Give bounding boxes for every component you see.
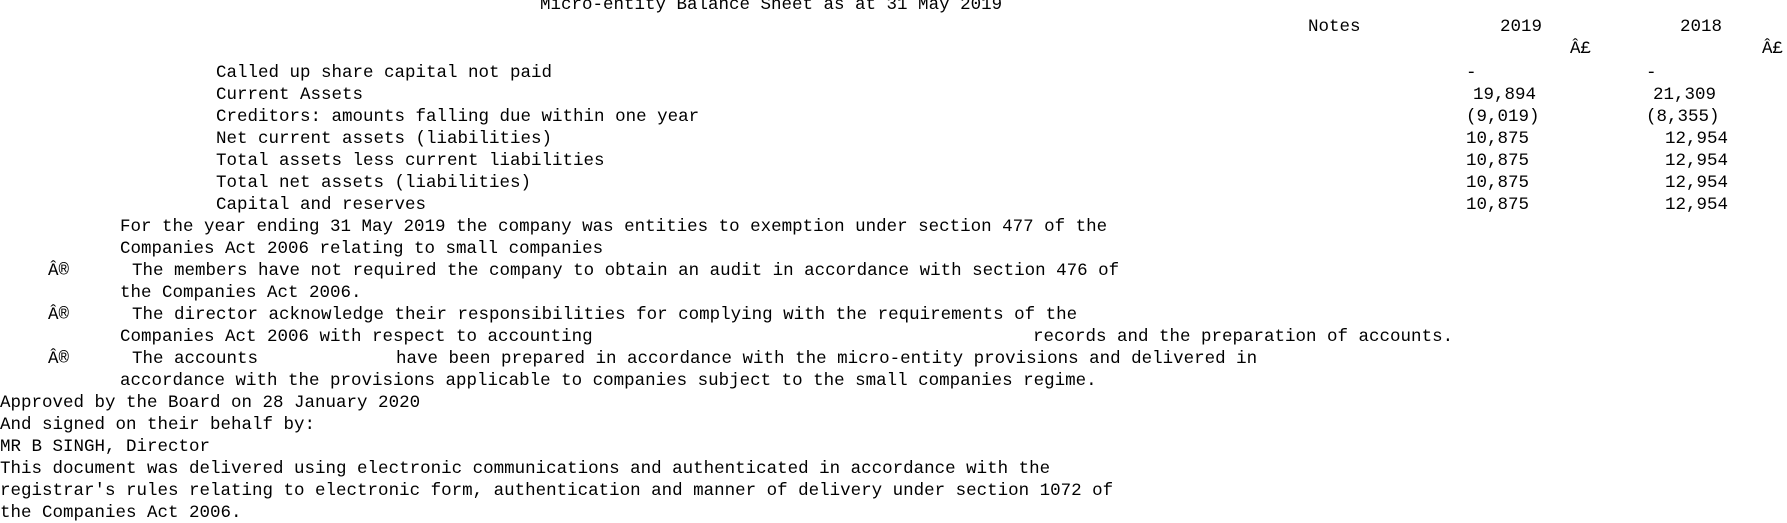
row-value-2019: (9,019) [1466,107,1540,127]
bullet-symbol: Â® [48,261,70,281]
row-label: Called up share capital not paid [216,63,553,83]
row-value-2019: 10,875 [1466,151,1530,171]
bullet-text: The accounts [132,349,259,369]
page-title: Micro-entity Balance Sheet as at 31 May … [540,0,1003,15]
row-value-2018: 12,954 [1664,151,1728,171]
row-value-2018: 12,954 [1664,173,1728,193]
footer-line: This document was delivered using electr… [0,459,1051,479]
bullet-text: Companies Act 2006 with respect to accou… [120,327,593,347]
row-label: Capital and reserves [216,195,427,215]
bullet-text: The director acknowledge their responsib… [132,305,1078,325]
year-current-header: 2019 [1500,17,1543,37]
row-label: Current Assets [216,85,364,105]
row-value-2019: 10,875 [1466,129,1530,149]
row-value-2018: 12,954 [1664,195,1728,215]
row-value-2018: - [1646,63,1657,83]
row-label: Total net assets (liabilities) [216,173,532,193]
bullet-symbol: Â® [48,349,70,369]
director-name: MR B SINGH, Director [0,437,211,457]
row-value-2019: 10,875 [1466,195,1530,215]
currency-prior-header: Â£ [1762,39,1784,59]
bullet-text: records and the preparation of accounts. [1033,327,1454,347]
bullet-symbol: Â® [48,305,70,325]
row-value-2019: - [1466,63,1477,83]
bullet-text: accordance with the provisions applicabl… [120,371,1097,391]
row-value-2018: 12,954 [1664,129,1728,149]
row-label: Creditors: amounts falling due within on… [216,107,700,127]
row-label: Net current assets (liabilities) [216,129,553,149]
footer-line: registrar's rules relating to electronic… [0,481,1114,501]
bullet-text: have been prepared in accordance with th… [396,349,1258,369]
footer-line: the Companies Act 2006. [0,503,242,523]
exemption-statement-line: Companies Act 2006 relating to small com… [120,239,604,259]
row-value-2018: 21,309 [1652,85,1716,105]
bullet-text: The members have not required the compan… [132,261,1120,281]
row-value-2019: 19,894 [1472,85,1536,105]
exemption-statement-line: For the year ending 31 May 2019 the comp… [120,217,1108,237]
row-value-2019: 10,875 [1466,173,1530,193]
row-value-2018: (8,355) [1646,107,1720,127]
approval-date: Approved by the Board on 28 January 2020 [0,393,421,413]
signed-on-behalf: And signed on their behalf by: [0,415,316,435]
notes-column-header: Notes [1308,17,1361,37]
bullet-text: the Companies Act 2006. [120,283,362,303]
row-label: Total assets less current liabilities [216,151,605,171]
year-prior-header: 2018 [1680,17,1723,37]
currency-current-header: Â£ [1570,39,1592,59]
